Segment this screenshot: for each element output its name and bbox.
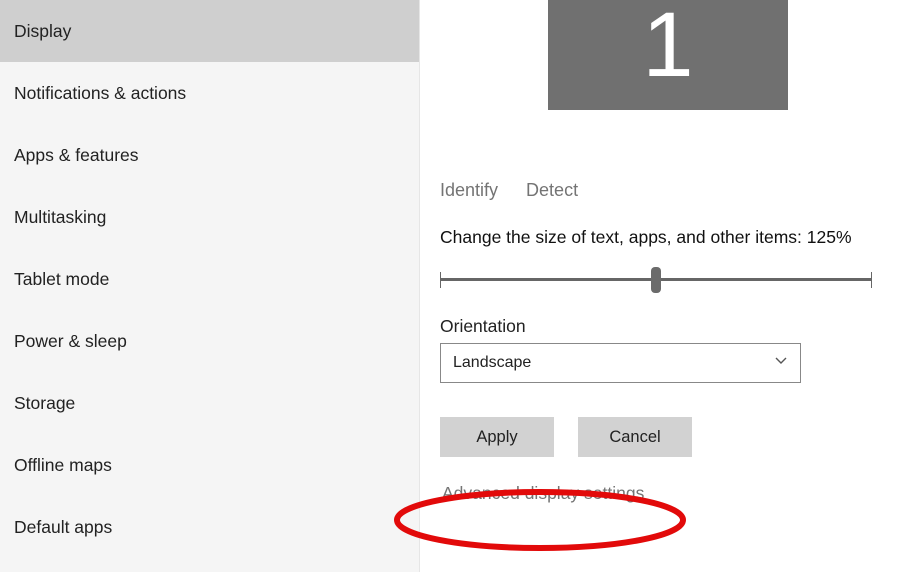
sidebar-item-label: Default apps — [14, 517, 112, 538]
slider-tick-start — [440, 272, 441, 288]
detect-link[interactable]: Detect — [526, 180, 578, 201]
sidebar-item-multitasking[interactable]: Multitasking — [0, 186, 419, 248]
sidebar-item-notifications[interactable]: Notifications & actions — [0, 62, 419, 124]
slider-tick-end — [871, 272, 872, 288]
display-settings-panel: 1 Identify Detect Change the size of tex… — [420, 0, 900, 572]
sidebar-item-label: Tablet mode — [14, 269, 109, 290]
sidebar-item-power-sleep[interactable]: Power & sleep — [0, 310, 419, 372]
advanced-display-settings-link[interactable]: Advanced display settings — [442, 483, 644, 504]
sidebar-item-display[interactable]: Display — [0, 0, 419, 62]
apply-cancel-row: Apply Cancel — [440, 417, 900, 457]
sidebar-item-tablet-mode[interactable]: Tablet mode — [0, 248, 419, 310]
sidebar-item-label: Storage — [14, 393, 75, 414]
chevron-down-icon — [774, 354, 788, 373]
monitor-tile-1[interactable]: 1 — [548, 0, 788, 110]
orientation-label: Orientation — [440, 316, 900, 337]
orientation-value: Landscape — [453, 354, 531, 372]
sidebar-item-label: Apps & features — [14, 145, 139, 166]
orientation-select[interactable]: Landscape — [440, 343, 801, 383]
sidebar-item-offline-maps[interactable]: Offline maps — [0, 434, 419, 496]
cancel-button[interactable]: Cancel — [578, 417, 692, 457]
scale-slider[interactable] — [440, 266, 872, 294]
sidebar-item-default-apps[interactable]: Default apps — [0, 496, 419, 558]
sidebar-item-label: Power & sleep — [14, 331, 127, 352]
sidebar-item-label: Multitasking — [14, 207, 106, 228]
slider-thumb[interactable] — [651, 267, 661, 293]
sidebar-item-label: Display — [14, 21, 71, 42]
sidebar-item-apps-features[interactable]: Apps & features — [0, 124, 419, 186]
identify-detect-row: Identify Detect — [440, 180, 900, 201]
monitor-number: 1 — [642, 0, 693, 91]
apply-button[interactable]: Apply — [440, 417, 554, 457]
scale-label: Change the size of text, apps, and other… — [440, 227, 900, 248]
identify-link[interactable]: Identify — [440, 180, 498, 201]
sidebar-item-storage[interactable]: Storage — [0, 372, 419, 434]
sidebar-item-label: Notifications & actions — [14, 83, 186, 104]
monitor-preview-area: 1 — [436, 0, 900, 168]
settings-sidebar: Display Notifications & actions Apps & f… — [0, 0, 420, 572]
sidebar-item-label: Offline maps — [14, 455, 112, 476]
